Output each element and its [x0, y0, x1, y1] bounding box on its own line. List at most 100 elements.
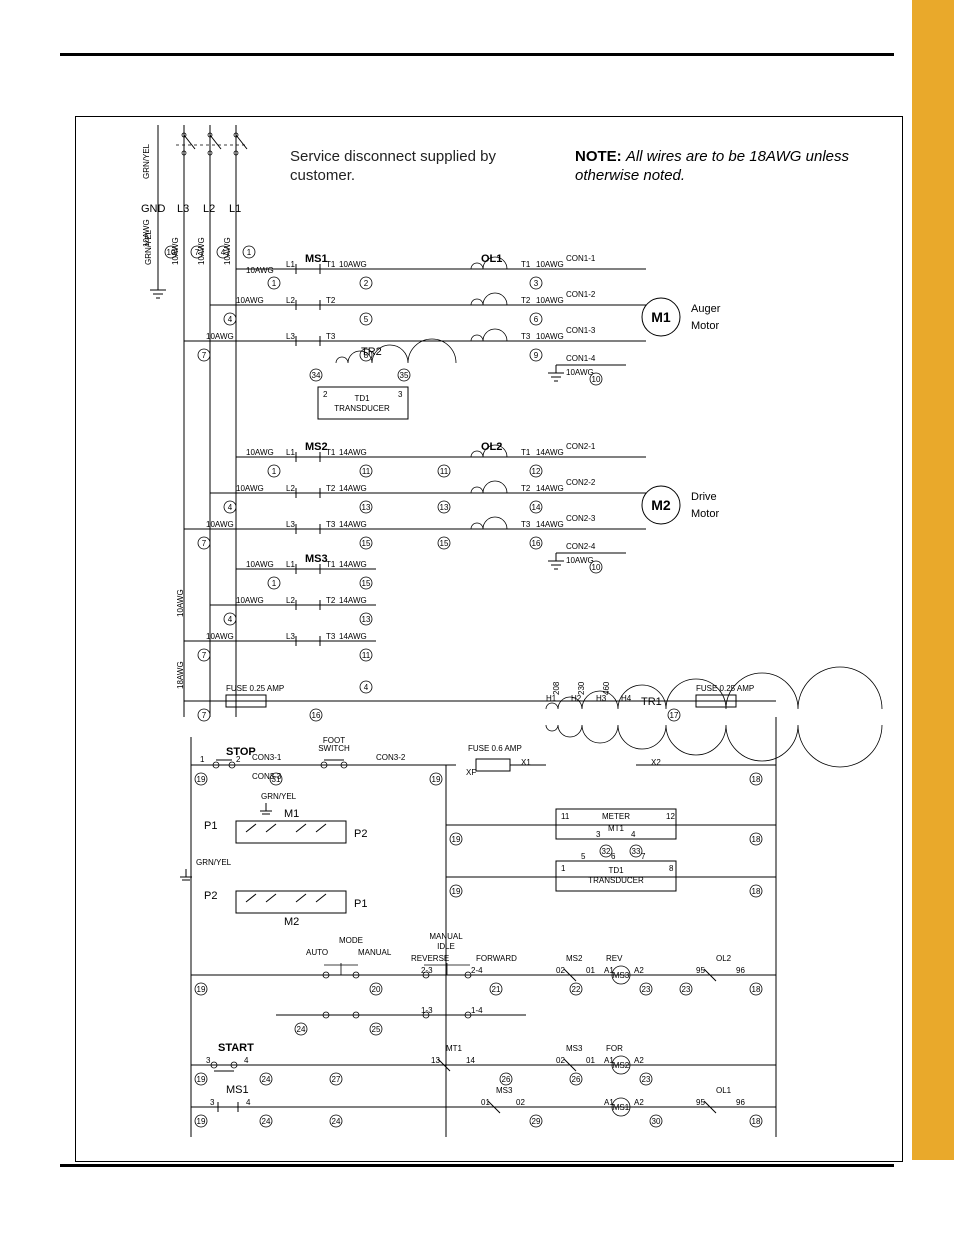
svg-text:10AWG: 10AWG — [566, 368, 594, 377]
svg-text:8: 8 — [669, 864, 674, 873]
svg-text:CON2-4: CON2-4 — [566, 542, 596, 551]
svg-text:FOR: FOR — [606, 1044, 623, 1053]
svg-text:19: 19 — [452, 835, 461, 844]
svg-text:18: 18 — [752, 887, 761, 896]
svg-text:CON3-3: CON3-3 — [252, 772, 282, 781]
svg-text:10AWG: 10AWG — [246, 266, 274, 275]
svg-text:10AWG: 10AWG — [206, 332, 234, 341]
svg-text:MANUAL: MANUAL — [429, 932, 463, 941]
svg-text:10AWG: 10AWG — [536, 296, 564, 305]
svg-text:T2: T2 — [326, 296, 336, 305]
svg-text:14AWG: 14AWG — [536, 448, 564, 457]
svg-text:3: 3 — [210, 1098, 215, 1107]
svg-text:T1: T1 — [521, 260, 531, 269]
svg-text:MS1: MS1 — [613, 1103, 630, 1112]
svg-text:208: 208 — [552, 681, 561, 695]
svg-text:T2: T2 — [521, 484, 531, 493]
control-circuit: STOP 12 CON3-1 FOOTSWITCH CON3-2 19 31 C… — [180, 717, 776, 1137]
svg-text:21: 21 — [492, 985, 501, 994]
svg-text:230: 230 — [577, 681, 586, 695]
svg-text:15: 15 — [362, 539, 371, 548]
svg-text:7: 7 — [202, 539, 207, 548]
svg-text:MS3: MS3 — [496, 1086, 513, 1095]
svg-text:OL2: OL2 — [716, 954, 732, 963]
svg-text:L3: L3 — [286, 520, 295, 529]
svg-text:L3: L3 — [286, 332, 295, 341]
svg-text:1-4: 1-4 — [471, 1006, 483, 1015]
svg-text:10AWG: 10AWG — [142, 219, 151, 247]
svg-text:L1: L1 — [286, 560, 295, 569]
svg-text:A2: A2 — [634, 1056, 644, 1065]
svg-text:14AWG: 14AWG — [339, 596, 367, 605]
svg-text:16: 16 — [312, 711, 321, 720]
wiring-diagram: GND L3 L2 L1 GRN/YEL 10AWG 10AWG 10AWG G… — [76, 117, 902, 1161]
svg-text:20: 20 — [372, 985, 381, 994]
svg-text:FORWARD: FORWARD — [476, 954, 517, 963]
ms3-block: MS3 10AWG L1T114AWG 1 15 10AWG L2T214AWG… — [176, 553, 376, 661]
svg-text:GRN/YEL: GRN/YEL — [142, 143, 151, 179]
svg-text:1-3: 1-3 — [421, 1006, 433, 1015]
svg-text:CON1-3: CON1-3 — [566, 326, 596, 335]
svg-text:25: 25 — [372, 1025, 381, 1034]
svg-text:MS3: MS3 — [613, 971, 630, 980]
ms2-block: MS2 OL2 10AWG L1T114AWG 1 11 11 T114AWG … — [184, 441, 719, 573]
svg-text:T3: T3 — [326, 332, 336, 341]
svg-text:A1: A1 — [604, 1056, 614, 1065]
svg-text:T3: T3 — [521, 332, 531, 341]
svg-text:01: 01 — [586, 1056, 595, 1065]
svg-text:MT1: MT1 — [608, 824, 625, 833]
svg-text:MS1: MS1 — [305, 253, 328, 265]
svg-text:TD1: TD1 — [608, 866, 624, 875]
svg-text:MS2: MS2 — [305, 441, 328, 453]
svg-text:01: 01 — [586, 966, 595, 975]
svg-text:02: 02 — [556, 966, 565, 975]
svg-text:14AWG: 14AWG — [339, 632, 367, 641]
svg-text:14AWG: 14AWG — [339, 448, 367, 457]
svg-text:19: 19 — [452, 887, 461, 896]
svg-text:P2: P2 — [204, 890, 217, 902]
svg-text:18AWG: 18AWG — [176, 661, 185, 689]
svg-text:XF: XF — [466, 768, 476, 777]
svg-text:10AWG: 10AWG — [536, 332, 564, 341]
svg-text:1: 1 — [272, 467, 277, 476]
svg-text:GRN/YEL: GRN/YEL — [196, 858, 232, 867]
svg-text:11: 11 — [561, 812, 570, 821]
svg-text:L3: L3 — [177, 203, 189, 215]
svg-text:4: 4 — [228, 615, 233, 624]
svg-text:10AWG: 10AWG — [176, 589, 185, 617]
svg-text:IDLE: IDLE — [437, 942, 455, 951]
svg-text:22: 22 — [572, 985, 581, 994]
svg-text:MANUAL: MANUAL — [358, 948, 392, 957]
svg-text:19: 19 — [197, 985, 206, 994]
svg-text:L2: L2 — [286, 296, 295, 305]
svg-text:L2: L2 — [286, 484, 295, 493]
svg-text:MODE: MODE — [339, 936, 363, 945]
svg-text:3: 3 — [206, 1056, 211, 1065]
svg-text:3: 3 — [398, 390, 403, 399]
svg-text:METER: METER — [602, 812, 630, 821]
svg-text:GRN/YEL: GRN/YEL — [261, 792, 297, 801]
svg-text:95: 95 — [696, 1098, 705, 1107]
svg-text:L3: L3 — [286, 632, 295, 641]
svg-text:X1: X1 — [521, 758, 531, 767]
svg-text:30: 30 — [652, 1117, 661, 1126]
svg-text:A1: A1 — [604, 966, 614, 975]
diagram-frame: GND L3 L2 L1 GRN/YEL 10AWG 10AWG 10AWG G… — [76, 117, 902, 1161]
svg-text:15: 15 — [362, 579, 371, 588]
svg-text:95: 95 — [696, 966, 705, 975]
svg-text:FUSE 0.6 AMP: FUSE 0.6 AMP — [468, 744, 522, 753]
svg-text:L2: L2 — [286, 596, 295, 605]
svg-text:TRANSDUCER: TRANSDUCER — [588, 876, 644, 885]
svg-text:MS2: MS2 — [613, 1061, 630, 1070]
svg-text:13: 13 — [362, 615, 371, 624]
svg-text:7: 7 — [202, 351, 207, 360]
svg-text:29: 29 — [532, 1117, 541, 1126]
svg-text:T3: T3 — [521, 520, 531, 529]
svg-text:10AWG: 10AWG — [339, 260, 367, 269]
svg-text:18: 18 — [752, 775, 761, 784]
svg-text:19: 19 — [197, 1075, 206, 1084]
svg-text:10AWG: 10AWG — [246, 448, 274, 457]
svg-text:1: 1 — [247, 248, 252, 257]
svg-text:35: 35 — [400, 371, 409, 380]
svg-text:19: 19 — [197, 775, 206, 784]
